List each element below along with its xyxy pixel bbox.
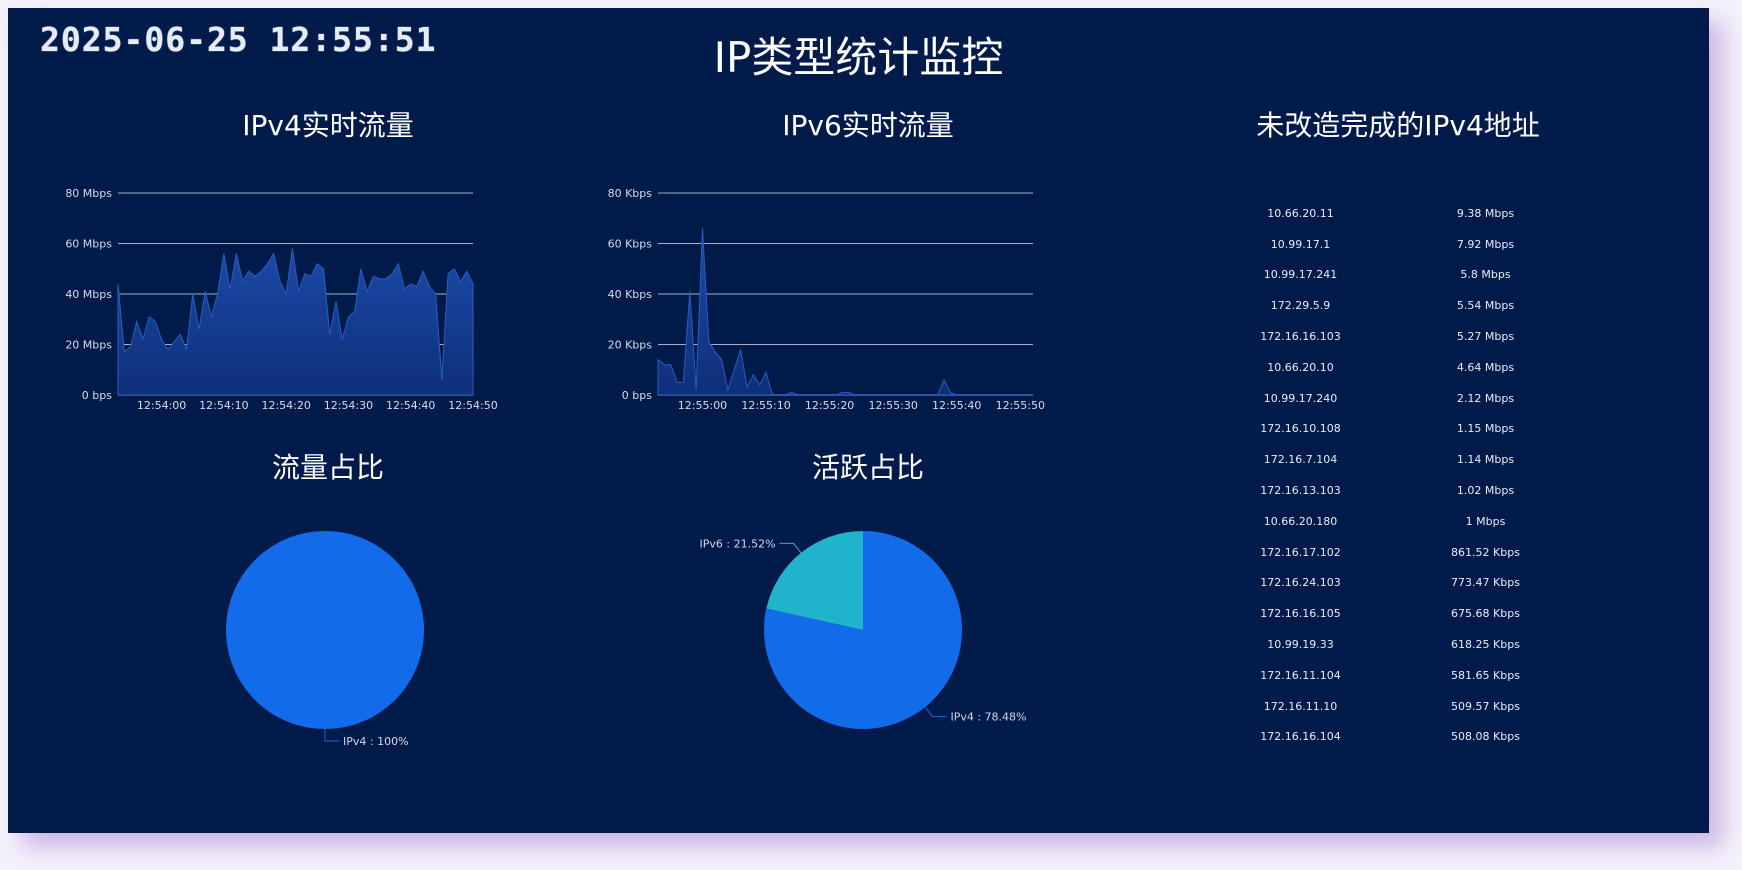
ip-address-cell: 10.99.17.241	[1263, 268, 1338, 282]
ipv4-traffic-title: IPv4实时流量	[242, 109, 414, 142]
active-pie-label-ipv4: IPv4 : 78.48%	[950, 711, 1026, 724]
ipv6-chart-x-tick-label: 12:55:10	[741, 399, 790, 412]
table-row: 172.16.24.103 773.47 Kbps	[1208, 568, 1578, 599]
table-row: 172.16.16.105 675.68 Kbps	[1208, 598, 1578, 629]
ip-address-cell: 172.16.16.103	[1260, 330, 1341, 344]
ipv6-traffic-title: IPv6实时流量	[782, 109, 954, 142]
table-row: 172.16.7.104 1.14 Mbps	[1208, 444, 1578, 475]
ipv6-chart-y-tick-label: 80 Kbps	[608, 187, 653, 200]
ipv4-chart-x-tick-label: 12:54:50	[448, 399, 497, 412]
ipv4-chart-y-tick-label: 20 Mbps	[65, 339, 112, 352]
table-row: 172.16.10.108 1.15 Mbps	[1208, 414, 1578, 445]
traffic-rate-cell: 2.12 Mbps	[1456, 391, 1515, 405]
active-share-pie: IPv4 : 78.48% IPv6 : 21.52%	[700, 531, 1026, 729]
ipv6-chart-x-tick-label: 12:55:00	[678, 399, 727, 412]
table-row: 172.16.11.104 581.65 Kbps	[1208, 660, 1578, 691]
ipv6-chart-y-tick-label: 0 bps	[622, 389, 652, 402]
ipv6-chart-y-tick-label: 60 Kbps	[608, 238, 653, 251]
ipv6-chart-x-tick-label: 12:55:40	[932, 399, 981, 412]
traffic-pie-slice-ipv4	[226, 531, 424, 729]
traffic-rate-cell: 1.14 Mbps	[1456, 453, 1515, 467]
ipv4-chart-y-tick-label: 80 Mbps	[65, 187, 112, 200]
page-title: IP类型统计监控	[713, 33, 1004, 82]
table-row: 10.66.20.11 9.38 Mbps	[1208, 198, 1578, 229]
table-row: 172.16.11.10 509.57 Kbps	[1208, 691, 1578, 722]
ipv4-chart-y-tick-label: 40 Mbps	[65, 288, 112, 301]
ipv6-chart-x-tick-label: 12:55:50	[996, 399, 1045, 412]
ip-address-cell: 172.16.10.108	[1260, 422, 1341, 436]
ip-address-cell: 10.66.20.180	[1263, 514, 1338, 528]
ipv6-chart-x-tick-label: 12:55:20	[805, 399, 854, 412]
ip-address-cell: 172.16.16.104	[1260, 730, 1341, 744]
table-row: 10.99.17.1 7.92 Mbps	[1208, 229, 1578, 260]
ipv4-unfinished-table: 10.66.20.11 9.38 Mbps 10.99.17.1 7.92 Mbps 1…	[1208, 198, 1578, 752]
traffic-rate-cell: 675.68 Kbps	[1451, 607, 1520, 621]
table-row: 172.16.16.103 5.27 Mbps	[1208, 321, 1578, 352]
traffic-share-pie: IPv4 : 100%	[226, 531, 424, 748]
table-row: 172.29.5.9 5.54 Mbps	[1208, 290, 1578, 321]
ipv4-unfinished-title: 未改造完成的IPv4地址	[1256, 109, 1540, 142]
traffic-rate-cell: 4.64 Mbps	[1456, 360, 1515, 374]
ipv4-chart-y-tick-label: 60 Mbps	[65, 238, 112, 251]
ip-address-cell: 172.16.17.102	[1260, 545, 1341, 559]
ip-address-cell: 10.66.20.10	[1267, 360, 1334, 374]
ip-address-cell: 10.66.20.11	[1267, 206, 1334, 220]
ipv6-chart-series-area	[657, 228, 1033, 396]
ipv4-chart-x-tick-label: 12:54:00	[137, 399, 186, 412]
ip-address-cell: 10.99.17.240	[1263, 391, 1338, 405]
table-row: 10.99.19.33 618.25 Kbps	[1208, 629, 1578, 660]
active-pie-leader-line	[779, 542, 802, 554]
traffic-rate-cell: 861.52 Kbps	[1451, 545, 1520, 559]
active-pie-label-ipv6: IPv6 : 21.52%	[700, 537, 776, 550]
table-row: 172.16.13.103 1.02 Mbps	[1208, 475, 1578, 506]
ipv4-chart-x-tick-label: 12:54:40	[386, 399, 435, 412]
ipv4-chart-x-tick-label: 12:54:30	[324, 399, 373, 412]
ip-address-cell: 10.99.19.33	[1267, 638, 1334, 652]
ipv4-traffic-chart: 0 bps 20 Mbps 40 Mbps 60 Mbps 80 Mbps 12:54:0…	[65, 187, 497, 412]
ip-address-cell: 10.99.17.1	[1270, 237, 1331, 251]
ip-address-cell: 172.16.11.104	[1260, 668, 1341, 682]
traffic-rate-cell: 1 Mbps	[1465, 514, 1506, 528]
ipv4-chart-series-area	[117, 248, 474, 396]
ipv6-chart-y-tick-label: 40 Kbps	[608, 288, 653, 301]
table-row: 10.66.20.180 1 Mbps	[1208, 506, 1578, 537]
ip-address-cell: 172.16.13.103	[1260, 484, 1341, 498]
traffic-pie-leader-line	[324, 729, 339, 742]
ip-address-cell: 172.16.11.10	[1263, 699, 1338, 713]
traffic-rate-cell: 7.92 Mbps	[1456, 237, 1515, 251]
ip-address-cell: 172.29.5.9	[1270, 299, 1331, 313]
traffic-rate-cell: 509.57 Kbps	[1451, 699, 1520, 713]
traffic-pie-label-ipv4: IPv4 : 100%	[343, 735, 409, 748]
ipv4-chart-y-tick-label: 0 bps	[82, 389, 112, 402]
active-pie-leader-line	[924, 706, 947, 718]
table-row: 10.99.17.240 2.12 Mbps	[1208, 383, 1578, 414]
table-row: 10.66.20.10 4.64 Mbps	[1208, 352, 1578, 383]
traffic-rate-cell: 581.65 Kbps	[1451, 668, 1520, 682]
ipv6-chart-y-tick-label: 20 Kbps	[608, 339, 653, 352]
traffic-rate-cell: 9.38 Mbps	[1456, 206, 1515, 220]
dashboard-frame: 2025-06-25 12:55:51 IP类型统计监控 IPv4实时流量 IP…	[8, 8, 1709, 833]
active-share-title: 活跃占比	[811, 451, 924, 484]
traffic-share-title: 流量占比	[271, 451, 384, 484]
table-row: 172.16.16.104 508.08 Kbps	[1208, 722, 1578, 753]
ip-address-cell: 172.16.16.105	[1260, 607, 1341, 621]
table-row: 172.16.17.102 861.52 Kbps	[1208, 537, 1578, 568]
traffic-rate-cell: 508.08 Kbps	[1451, 730, 1520, 744]
traffic-rate-cell: 5.8 Mbps	[1460, 268, 1511, 282]
traffic-rate-cell: 5.54 Mbps	[1456, 299, 1515, 313]
ip-address-cell: 172.16.7.104	[1263, 453, 1338, 467]
table-row: 10.99.17.241 5.8 Mbps	[1208, 260, 1578, 291]
traffic-rate-cell: 1.02 Mbps	[1456, 484, 1515, 498]
ip-address-cell: 172.16.24.103	[1260, 576, 1341, 590]
ipv4-chart-x-tick-label: 12:54:20	[261, 399, 310, 412]
ipv6-chart-x-tick-label: 12:55:30	[868, 399, 917, 412]
ipv4-chart-x-tick-label: 12:54:10	[199, 399, 248, 412]
traffic-rate-cell: 5.27 Mbps	[1456, 330, 1515, 344]
traffic-rate-cell: 618.25 Kbps	[1451, 638, 1520, 652]
traffic-rate-cell: 773.47 Kbps	[1451, 576, 1520, 590]
ipv6-traffic-chart: 0 bps 20 Kbps 40 Kbps 60 Kbps 80 Kbps 12:55:0…	[608, 187, 1045, 412]
traffic-rate-cell: 1.15 Mbps	[1456, 422, 1515, 436]
